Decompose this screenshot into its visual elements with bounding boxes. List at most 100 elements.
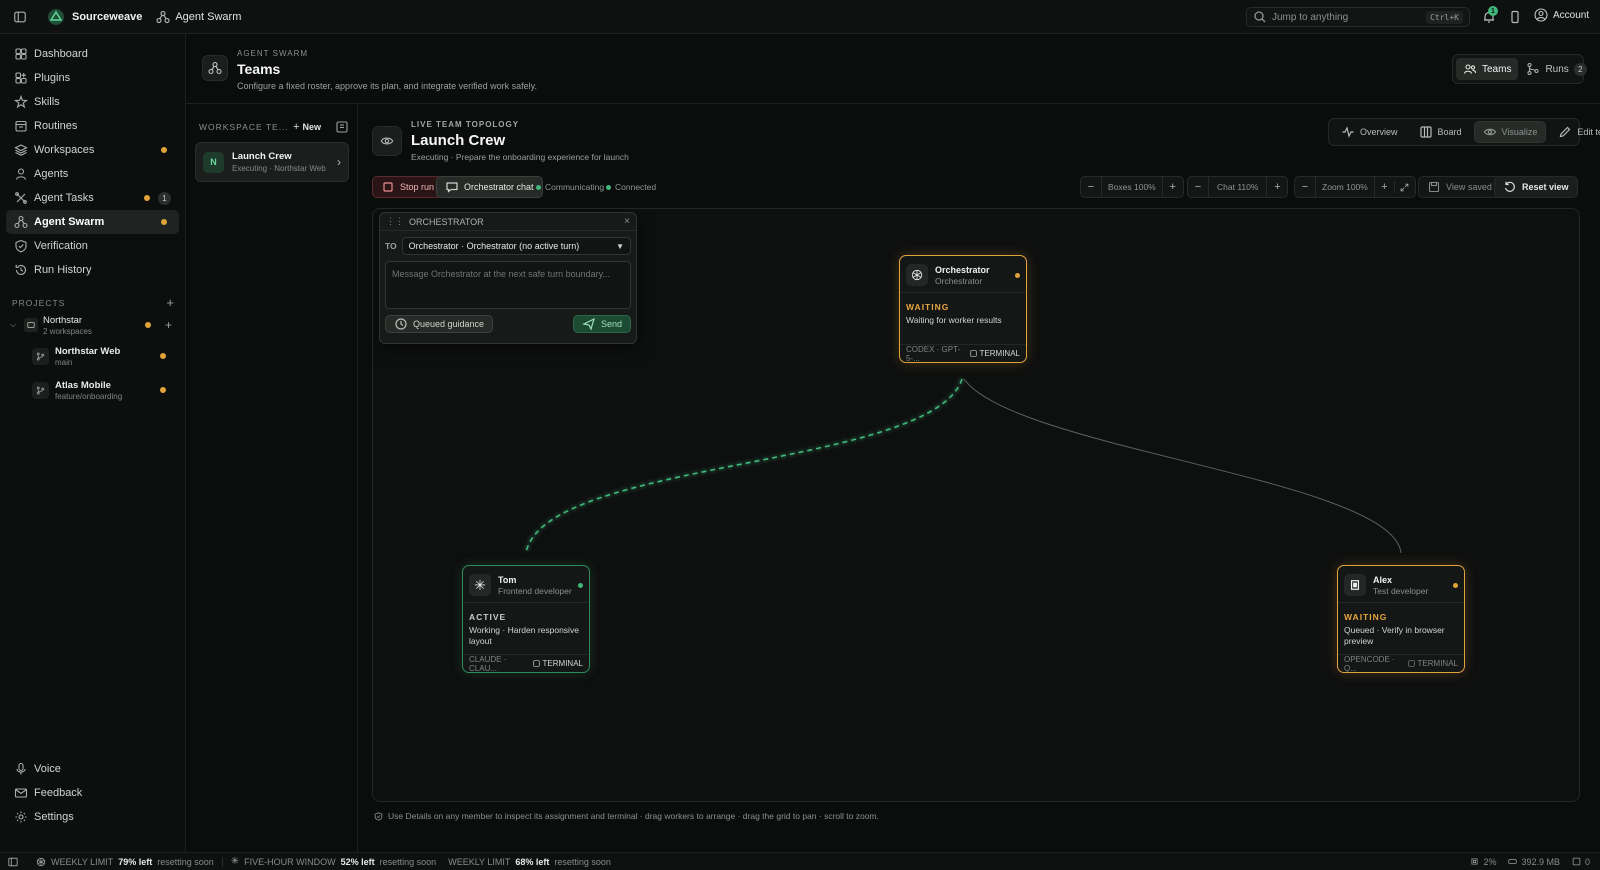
chevron-down-icon: ▼ (616, 241, 624, 251)
sidebar-item-label: Workspaces (34, 144, 95, 156)
stop-icon (381, 180, 395, 194)
send-icon (582, 317, 596, 331)
project-name: Northstar (43, 314, 83, 326)
recipient-select[interactable]: Orchestrator · Orchestrator (no active t… (401, 237, 631, 255)
search-bar[interactable]: Jump to anything Ctrl+K (1246, 7, 1470, 27)
sidebar-item-voice[interactable]: Voice (6, 757, 180, 781)
chat-increase-button[interactable]: + (1267, 181, 1287, 193)
orchestrator-chat-button[interactable]: Orchestrator chat (436, 176, 543, 198)
panel-toggle-icon[interactable] (8, 857, 18, 867)
sidebar-item-label: Routines (34, 120, 78, 132)
sidebar-item-workspaces[interactable]: Workspaces (6, 138, 179, 162)
save-icon (1427, 180, 1441, 194)
tab-runs-label: Runs (1545, 63, 1569, 75)
message-textarea[interactable]: Message Orchestrator at the next safe tu… (385, 261, 631, 309)
clock-icon (394, 317, 408, 331)
memory-usage: 392.9 MB (1521, 856, 1560, 867)
history-icon (14, 263, 28, 277)
sidebar-item-settings[interactable]: Settings (6, 805, 180, 829)
node-status-dot (1015, 272, 1020, 278)
sidebar-item-agents[interactable]: Agents (6, 162, 179, 186)
sidebar-item-label: Skills (34, 96, 60, 108)
new-team-button[interactable]: + New (293, 121, 321, 133)
claude-icon: ✳ (230, 856, 240, 867)
communicating-status: Communicating (536, 182, 604, 192)
zoom-decrease-button[interactable]: − (1295, 181, 1315, 193)
phone-icon[interactable] (1508, 10, 1522, 24)
team-sub: Executing · Northstar Web (232, 164, 326, 173)
sidebar-item-plugins[interactable]: Plugins (6, 66, 179, 90)
close-icon[interactable]: × (624, 216, 630, 227)
send-button[interactable]: Send (572, 315, 631, 333)
sidebar-item-label: Settings (34, 811, 74, 823)
tab-teams[interactable]: Teams (1456, 58, 1519, 80)
sidebar-item-verification[interactable]: Verification (6, 234, 179, 258)
sidebar-item-run-history[interactable]: Run History (6, 258, 179, 282)
notification-badge: 1 (1488, 6, 1498, 16)
sidebar-item-label: Agent Swarm (34, 216, 105, 228)
terminal-button[interactable]: TERMINAL (1407, 659, 1458, 668)
view-visualize-button[interactable]: Visualize (1473, 121, 1547, 143)
queued-guidance-button[interactable]: Queued guidance (385, 315, 494, 333)
new-team-label: New (302, 122, 321, 132)
cpu-icon (1470, 857, 1479, 866)
status-dot (161, 147, 167, 153)
tab-runs[interactable]: Runs 2 (1522, 58, 1590, 80)
sidebar-item-agent-tasks[interactable]: Agent Tasks 1 (6, 186, 179, 210)
pencil-icon (1558, 125, 1572, 139)
zoom-increase-button[interactable]: + (1375, 181, 1395, 193)
workspace-status-dot (160, 387, 166, 393)
boxes-increase-button[interactable]: + (1163, 181, 1183, 193)
topology-canvas[interactable]: ⋮⋮ ORCHESTRATOR × TO Orchestrator · Orch… (372, 208, 1580, 802)
boxes-decrease-button[interactable]: − (1081, 181, 1101, 193)
breadcrumb[interactable]: Agent Swarm (175, 11, 241, 23)
fullscreen-icon[interactable] (1395, 183, 1415, 192)
sidebar-item-skills[interactable]: Skills (6, 90, 179, 114)
sidebar-item-dashboard[interactable]: Dashboard (6, 42, 179, 66)
canvas-hint-text: Use Details on any member to inspect its… (388, 811, 879, 821)
sidebar-toggle-icon[interactable] (12, 9, 28, 25)
workspace-name: Atlas Mobile (55, 379, 111, 391)
sidebar-item-feedback[interactable]: Feedback (6, 781, 180, 805)
node-tom[interactable]: ✳ Tom Frontend developer ACTIVE Working ·… (462, 565, 590, 673)
edit-team-button[interactable]: Edit team (1549, 121, 1600, 143)
edit-team-label: Edit team (1577, 127, 1600, 137)
stop-run-button[interactable]: Stop run (372, 176, 444, 198)
node-name: Alex (1373, 574, 1393, 585)
topology-title: Launch Crew (411, 132, 506, 149)
app-name[interactable]: Sourceweave (72, 11, 142, 23)
view-saved-indicator: View saved (1418, 176, 1501, 198)
view-board-button[interactable]: Board (1410, 121, 1471, 143)
sidebar-item-label: Feedback (34, 787, 83, 799)
sidebar-item-routines[interactable]: Routines (6, 114, 179, 138)
node-status: WAITING (1344, 612, 1388, 622)
chat-panel-header[interactable]: ⋮⋮ ORCHESTRATOR × (380, 213, 636, 231)
add-workspace-icon[interactable]: + (165, 318, 172, 332)
chat-decrease-button[interactable]: − (1188, 181, 1208, 193)
view-overview-button[interactable]: Overview (1332, 121, 1407, 143)
chevron-down-icon[interactable]: ⌵ (10, 320, 20, 330)
shield-check-icon (374, 811, 383, 821)
account-menu[interactable]: Account (1534, 8, 1589, 22)
sidebar-item-agent-swarm[interactable]: Agent Swarm (6, 210, 179, 234)
teams-column-label: WORKSPACE TE... (199, 122, 289, 132)
terminal-button[interactable]: TERMINAL (969, 349, 1020, 358)
project-northstar[interactable]: ⌵ Northstar 2 workspaces + (10, 313, 176, 337)
edge-orchestrator-alex (963, 378, 1402, 554)
sidebar-collapse-icon[interactable] (335, 120, 349, 134)
search-input[interactable]: Jump to anything (1272, 12, 1426, 23)
reset-view-button[interactable]: Reset view (1494, 176, 1578, 198)
add-project-icon[interactable]: + (166, 295, 174, 310)
canvas-hint: Use Details on any member to inspect its… (374, 811, 879, 821)
weekly-limit-value: 79% left (118, 856, 153, 867)
team-card-launch-crew[interactable]: N Launch Crew Executing · Northstar Web … (195, 142, 349, 182)
workspace-northstar-web[interactable]: Northstar Web main (32, 343, 176, 369)
node-orchestrator[interactable]: Orchestrator Orchestrator WAITING Waiting… (899, 255, 1027, 363)
weekly-limit-2-value: 68% left (515, 856, 550, 867)
node-alex[interactable]: Alex Test developer WAITING Queued · Veri… (1337, 565, 1465, 673)
node-description: Waiting for worker results (906, 315, 1002, 325)
terminal-button[interactable]: TERMINAL (532, 659, 583, 668)
swarm-icon (156, 10, 170, 24)
drag-handle-icon[interactable]: ⋮⋮ (386, 216, 404, 227)
workspace-atlas-mobile[interactable]: Atlas Mobile feature/onboarding (32, 377, 176, 403)
